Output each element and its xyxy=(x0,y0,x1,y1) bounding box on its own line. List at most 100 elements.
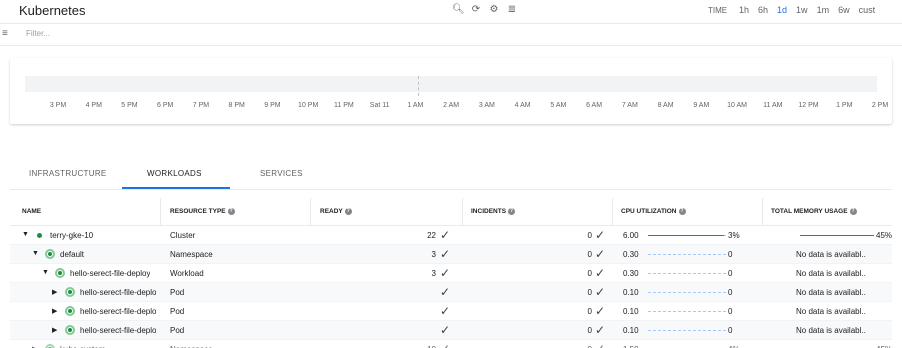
expand-down-icon[interactable]: ▼ xyxy=(22,231,29,238)
col-incidents[interactable]: INCIDENTS? xyxy=(471,208,516,215)
cpu-value: 0.10 xyxy=(623,307,639,316)
filter-input[interactable] xyxy=(26,29,326,38)
check-icon: ✓ xyxy=(595,228,606,242)
expand-down-icon[interactable]: ▼ xyxy=(32,250,39,257)
memory-value: No data is availabl.. xyxy=(796,250,866,259)
timeline-tick-label: 7 PM xyxy=(192,102,210,109)
check-icon: ✓ xyxy=(440,285,451,299)
table-row[interactable]: ▼ hello-serect-file-deploy Workload 3 ✓ 0 ✓ 0.3… xyxy=(10,264,892,283)
resource-name[interactable]: default xyxy=(60,250,84,259)
check-icon: ✓ xyxy=(440,342,450,348)
expand-right-icon[interactable]: ▶ xyxy=(52,326,57,334)
expand-right-icon[interactable]: ▶ xyxy=(52,288,57,296)
timeline-tick-label: 5 PM xyxy=(121,102,138,109)
cpu-utilization-bar xyxy=(648,273,726,274)
incident-count: 0 xyxy=(587,250,592,259)
cpu-percent: 0 xyxy=(728,307,733,316)
col-memory-usage[interactable]: TOTAL MEMORY USAGE? xyxy=(771,208,857,215)
timeline-tick-label: 5 AM xyxy=(550,102,567,109)
gear-icon[interactable]: ⚙︎ xyxy=(488,3,500,17)
table-row[interactable]: ▼ terry-gke-10 Cluster 22 ✓ 0 ✓ 6.00 3% 45% xyxy=(10,226,892,245)
cpu-percent: 0 xyxy=(728,326,733,335)
header-toolbar: 🔍︎ ⟳ ⚙︎ ≣ xyxy=(452,3,518,17)
tab-bar: INFRASTRUCTURE WORKLOADS SERVICES xyxy=(10,160,892,190)
help-icon[interactable]: ? xyxy=(227,208,235,215)
resource-name[interactable]: hello-serect-file-deplo xyxy=(80,288,156,297)
help-icon[interactable]: ? xyxy=(678,208,686,215)
sort-icon[interactable]: ≣ xyxy=(506,3,518,17)
resource-name[interactable]: hello-serect-file-deplo xyxy=(80,326,156,335)
timeline-tick-label: 12 PM xyxy=(798,102,819,109)
col-resource-type[interactable]: RESOURCE TYPE? xyxy=(170,208,235,215)
resource-name[interactable]: hello-serect-file-deploy xyxy=(70,269,150,278)
filter-bar: ≡ xyxy=(0,24,902,46)
refresh-icon[interactable]: ⟳ xyxy=(470,3,482,17)
expand-right-icon[interactable]: ▶ xyxy=(52,307,57,315)
time-range-6h[interactable]: 6h xyxy=(758,5,768,15)
timeline-tick-label: 10 PM xyxy=(298,102,319,109)
timeline-panel: 3 PM 4 PM 5 PM 6 PM 7 PM 8 PM 9 PM 10 PM 11 PM Sa… xyxy=(10,58,892,124)
resource-name[interactable]: terry-gke-10 xyxy=(50,231,93,240)
timeline-tick-label: 11 PM xyxy=(334,102,354,109)
time-range-cust[interactable]: cust xyxy=(859,5,876,15)
col-cpu-utilization[interactable]: CPU UTILIZATION? xyxy=(621,208,686,215)
table-row[interactable]: ▼ default Namespace 3 ✓ 0 ✓ 0.30 0 No data is ava… xyxy=(10,245,892,264)
status-ok-icon xyxy=(55,268,65,278)
search-icon[interactable]: 🔍︎ xyxy=(452,3,465,17)
help-icon[interactable]: ? xyxy=(344,208,352,215)
resource-name[interactable]: hello-serect-file-deplo xyxy=(80,307,156,316)
time-range-6w[interactable]: 6w xyxy=(838,5,850,15)
table-row[interactable]: ▶kube-systemNamespace10✓0✓1.504%45% xyxy=(10,340,892,348)
workloads-table: NAME RESOURCE TYPE? READY? INCIDENTS? CP… xyxy=(10,198,892,348)
cpu-value: 6.00 xyxy=(623,231,639,240)
col-resource-type-label: RESOURCE TYPE xyxy=(170,208,226,216)
tab-services[interactable]: SERVICES xyxy=(260,169,303,178)
time-range-1w[interactable]: 1w xyxy=(796,5,808,15)
timeline-cursor xyxy=(418,76,419,96)
check-icon: ✓ xyxy=(595,323,606,337)
table-row[interactable]: ▶ hello-serect-file-deplo Pod ✓ 0 ✓ 0.10 0 No da… xyxy=(10,302,892,321)
tab-workloads[interactable]: WORKLOADS xyxy=(147,169,202,178)
column-divider xyxy=(762,198,763,226)
col-name[interactable]: NAME xyxy=(22,208,41,215)
cpu-value: 0.30 xyxy=(623,269,639,278)
timeline-tick-label: 6 AM xyxy=(586,102,603,109)
table-body: ▼ terry-gke-10 Cluster 22 ✓ 0 ✓ 6.00 3% 45% ▼ defau… xyxy=(10,226,892,348)
timeline-track[interactable] xyxy=(25,76,877,92)
column-divider xyxy=(310,198,311,226)
timeline-tick-label: 4 AM xyxy=(514,102,531,109)
table-row[interactable]: ▶ hello-serect-file-deplo Pod ✓ 0 ✓ 0.10 0 No da… xyxy=(10,283,892,302)
cpu-value: 0.10 xyxy=(623,288,639,297)
app-header: Kubernetes 🔍︎ ⟳ ⚙︎ ≣ TIME 1h 6h 1d 1w 1m 6w cu… xyxy=(0,0,902,24)
check-icon: ✓ xyxy=(440,266,451,280)
incident-count: 0 xyxy=(587,231,592,240)
time-range-1h[interactable]: 1h xyxy=(739,5,749,15)
memory-value: No data is availabl.. xyxy=(796,326,866,335)
check-icon: ✓ xyxy=(440,323,451,337)
expand-down-icon[interactable]: ▼ xyxy=(42,269,49,276)
help-icon[interactable]: ? xyxy=(508,208,516,215)
column-divider xyxy=(462,198,463,226)
memory-value: No data is availabl.. xyxy=(796,269,866,278)
resource-type: Pod xyxy=(170,307,185,316)
table-row[interactable]: ▶ hello-serect-file-deplo Pod ✓ 0 ✓ 0.10 0 No da… xyxy=(10,321,892,340)
col-ready[interactable]: READY? xyxy=(320,208,352,215)
help-icon[interactable]: ? xyxy=(849,208,857,215)
incident-count: 0 xyxy=(587,288,592,297)
timeline-tick-label: 9 PM xyxy=(264,102,281,109)
memory-usage-bar xyxy=(800,235,874,236)
time-range-1m[interactable]: 1m xyxy=(817,5,830,15)
incident-count: 0 xyxy=(587,307,592,316)
time-range-1d[interactable]: 1d xyxy=(777,5,787,15)
resource-type: Namespace xyxy=(170,250,213,259)
check-icon: ✓ xyxy=(595,342,605,348)
tab-infrastructure[interactable]: INFRASTRUCTURE xyxy=(29,169,107,178)
cpu-utilization-bar xyxy=(648,254,726,255)
ready-count: 3 xyxy=(431,250,436,259)
check-icon: ✓ xyxy=(595,247,606,261)
timeline-tick-label: 9 AM xyxy=(693,102,710,109)
filter-icon[interactable]: ≡ xyxy=(2,28,8,39)
timeline-tick-label: 10 AM xyxy=(727,102,747,109)
timeline-axis: 3 PM 4 PM 5 PM 6 PM 7 PM 8 PM 9 PM 10 PM 11 PM Sa… xyxy=(10,102,892,112)
check-icon: ✓ xyxy=(440,304,451,318)
